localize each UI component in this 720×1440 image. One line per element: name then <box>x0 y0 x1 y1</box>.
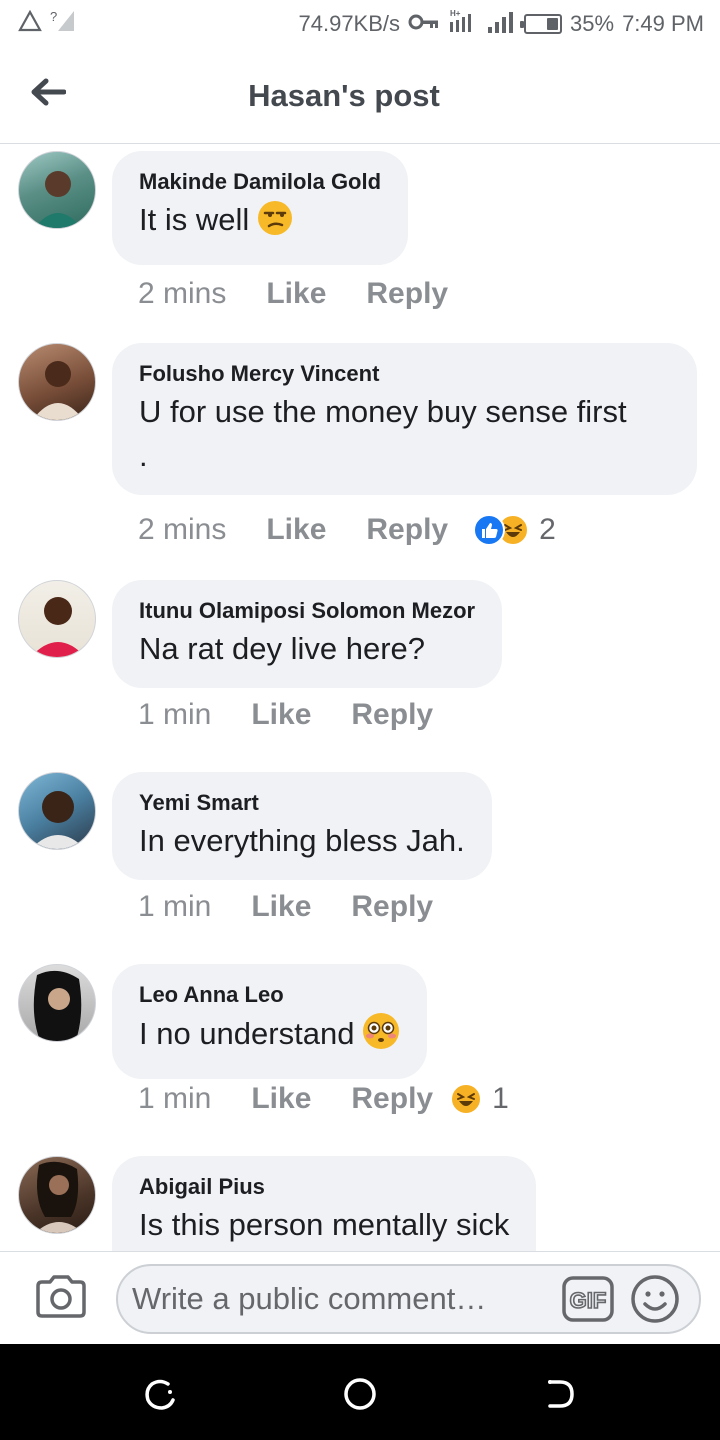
avatar[interactable] <box>18 1156 96 1234</box>
like-button[interactable]: Like <box>251 698 311 732</box>
comment-bubble[interactable]: Folusho Mercy Vincent U for use the mone… <box>112 343 697 495</box>
comment-bubble[interactable]: Abigail Pius Is this person mentally sic… <box>112 1156 537 1251</box>
signal-icon <box>486 9 516 39</box>
comment-meta: 1 min Like Reply <box>138 890 473 924</box>
comment-time: 2 mins <box>138 513 227 546</box>
warning-icon <box>18 9 42 38</box>
avatar[interactable] <box>18 343 96 421</box>
reply-button[interactable]: Reply <box>351 890 433 924</box>
header: Hasan's post <box>0 48 720 144</box>
comment-text: Is this person mentally sick <box>139 1207 510 1242</box>
comment-time: 1 min <box>138 1082 212 1115</box>
screen: ? 74.97KB/s H+ 35% 7:49 PM Hasan's post … <box>0 0 720 1440</box>
flushed-face-icon <box>362 1012 400 1061</box>
unamused-face-icon <box>257 200 293 247</box>
like-button[interactable]: Like <box>266 277 326 311</box>
comment-meta: 2 mins Like Reply <box>138 277 488 311</box>
home-button[interactable] <box>340 1374 380 1414</box>
network-speed: 74.97KB/s <box>298 11 401 36</box>
comment-author[interactable]: Makinde Damilola Gold <box>139 167 381 197</box>
comment-list: Makinde Damilola Gold It is well 2 mins … <box>0 145 720 1251</box>
like-button[interactable]: Like <box>266 513 326 547</box>
camera-button[interactable] <box>34 1274 88 1318</box>
reply-button[interactable]: Reply <box>366 513 448 547</box>
comment-time: 1 min <box>138 890 212 923</box>
avatar[interactable] <box>18 580 96 658</box>
avatar[interactable] <box>18 772 96 850</box>
page-title: Hasan's post <box>248 78 440 113</box>
reply-button[interactable]: Reply <box>366 277 448 311</box>
gif-button[interactable]: GIF <box>562 1276 614 1322</box>
recents-button[interactable] <box>140 1374 180 1414</box>
status-bar: ? 74.97KB/s H+ 35% 7:49 PM <box>0 0 720 48</box>
recents-icon <box>145 1379 175 1410</box>
comment-text: I no understand <box>139 1012 400 1061</box>
comment-meta: 1 min Like Reply 1 <box>138 1082 509 1116</box>
comment-author[interactable]: Folusho Mercy Vincent <box>139 359 670 389</box>
like-button[interactable]: Like <box>251 1082 311 1116</box>
reaction-summary[interactable]: 2 <box>473 513 556 547</box>
smiley-icon <box>631 1275 679 1323</box>
avatar[interactable] <box>18 151 96 229</box>
comment-text: It is well <box>139 199 381 247</box>
clock: 7:49 PM <box>622 11 704 36</box>
status-left: ? <box>18 9 76 39</box>
comment-author[interactable]: Yemi Smart <box>139 788 465 818</box>
system-back-button[interactable] <box>540 1374 580 1414</box>
like-button[interactable]: Like <box>251 890 311 924</box>
gif-label: GIF <box>570 1288 607 1313</box>
no-sim-signal-icon: ? <box>50 9 76 39</box>
home-icon <box>344 1378 376 1410</box>
comment-time: 2 mins <box>138 277 227 310</box>
reaction-count: 2 <box>539 513 556 546</box>
comment-bubble[interactable]: Makinde Damilola Gold It is well <box>112 151 409 265</box>
emoji-button[interactable] <box>630 1274 680 1324</box>
battery-percent: 35% <box>570 11 615 36</box>
reaction-summary[interactable]: 1 <box>450 1082 509 1116</box>
comment-time: 1 min <box>138 698 212 731</box>
data-signal-icon: H+ <box>448 8 478 40</box>
reply-button[interactable]: Reply <box>351 698 433 732</box>
comment-author[interactable]: Abigail Pius <box>139 1172 509 1202</box>
comment-text: In everything bless Jah. <box>139 823 465 858</box>
comment-text: U for use the money buy sense first <box>139 394 627 429</box>
comment-bubble[interactable]: Itunu Olamiposi Solomon Mezor Na rat dey… <box>112 580 503 688</box>
avatar[interactable] <box>18 964 96 1042</box>
system-nav-bar <box>0 1344 720 1440</box>
svg-text:?: ? <box>50 9 57 24</box>
back-icon <box>548 1380 574 1408</box>
reaction-count: 1 <box>492 1082 509 1115</box>
comment-text-line2: . <box>139 438 148 473</box>
comment-text: Na rat dey live here? <box>139 631 426 666</box>
vpn-key-icon <box>408 11 440 37</box>
comment-composer: GIF <box>0 1251 720 1344</box>
camera-icon <box>36 1275 86 1318</box>
comment-meta: 2 mins Like Reply 2 <box>138 513 556 547</box>
comment-author[interactable]: Leo Anna Leo <box>139 980 400 1010</box>
comment-author[interactable]: Itunu Olamiposi Solomon Mezor <box>139 596 475 626</box>
laughing-reaction-icon <box>450 1083 483 1115</box>
comment-text-content: It is well <box>139 202 250 237</box>
comment-meta: 1 min Like Reply <box>138 698 473 732</box>
status-right: 74.97KB/s H+ 35% 7:49 PM <box>299 8 705 40</box>
reply-button[interactable]: Reply <box>351 1082 433 1116</box>
svg-text:H+: H+ <box>450 9 461 18</box>
comment-text-content: I no understand <box>139 1016 355 1051</box>
comment-bubble[interactable]: Yemi Smart In everything bless Jah. <box>112 772 492 880</box>
like-reaction-icon <box>473 514 506 546</box>
battery-icon <box>520 14 563 34</box>
comment-bubble[interactable]: Leo Anna Leo I no understand <box>112 964 428 1079</box>
battery-fill <box>547 18 559 30</box>
